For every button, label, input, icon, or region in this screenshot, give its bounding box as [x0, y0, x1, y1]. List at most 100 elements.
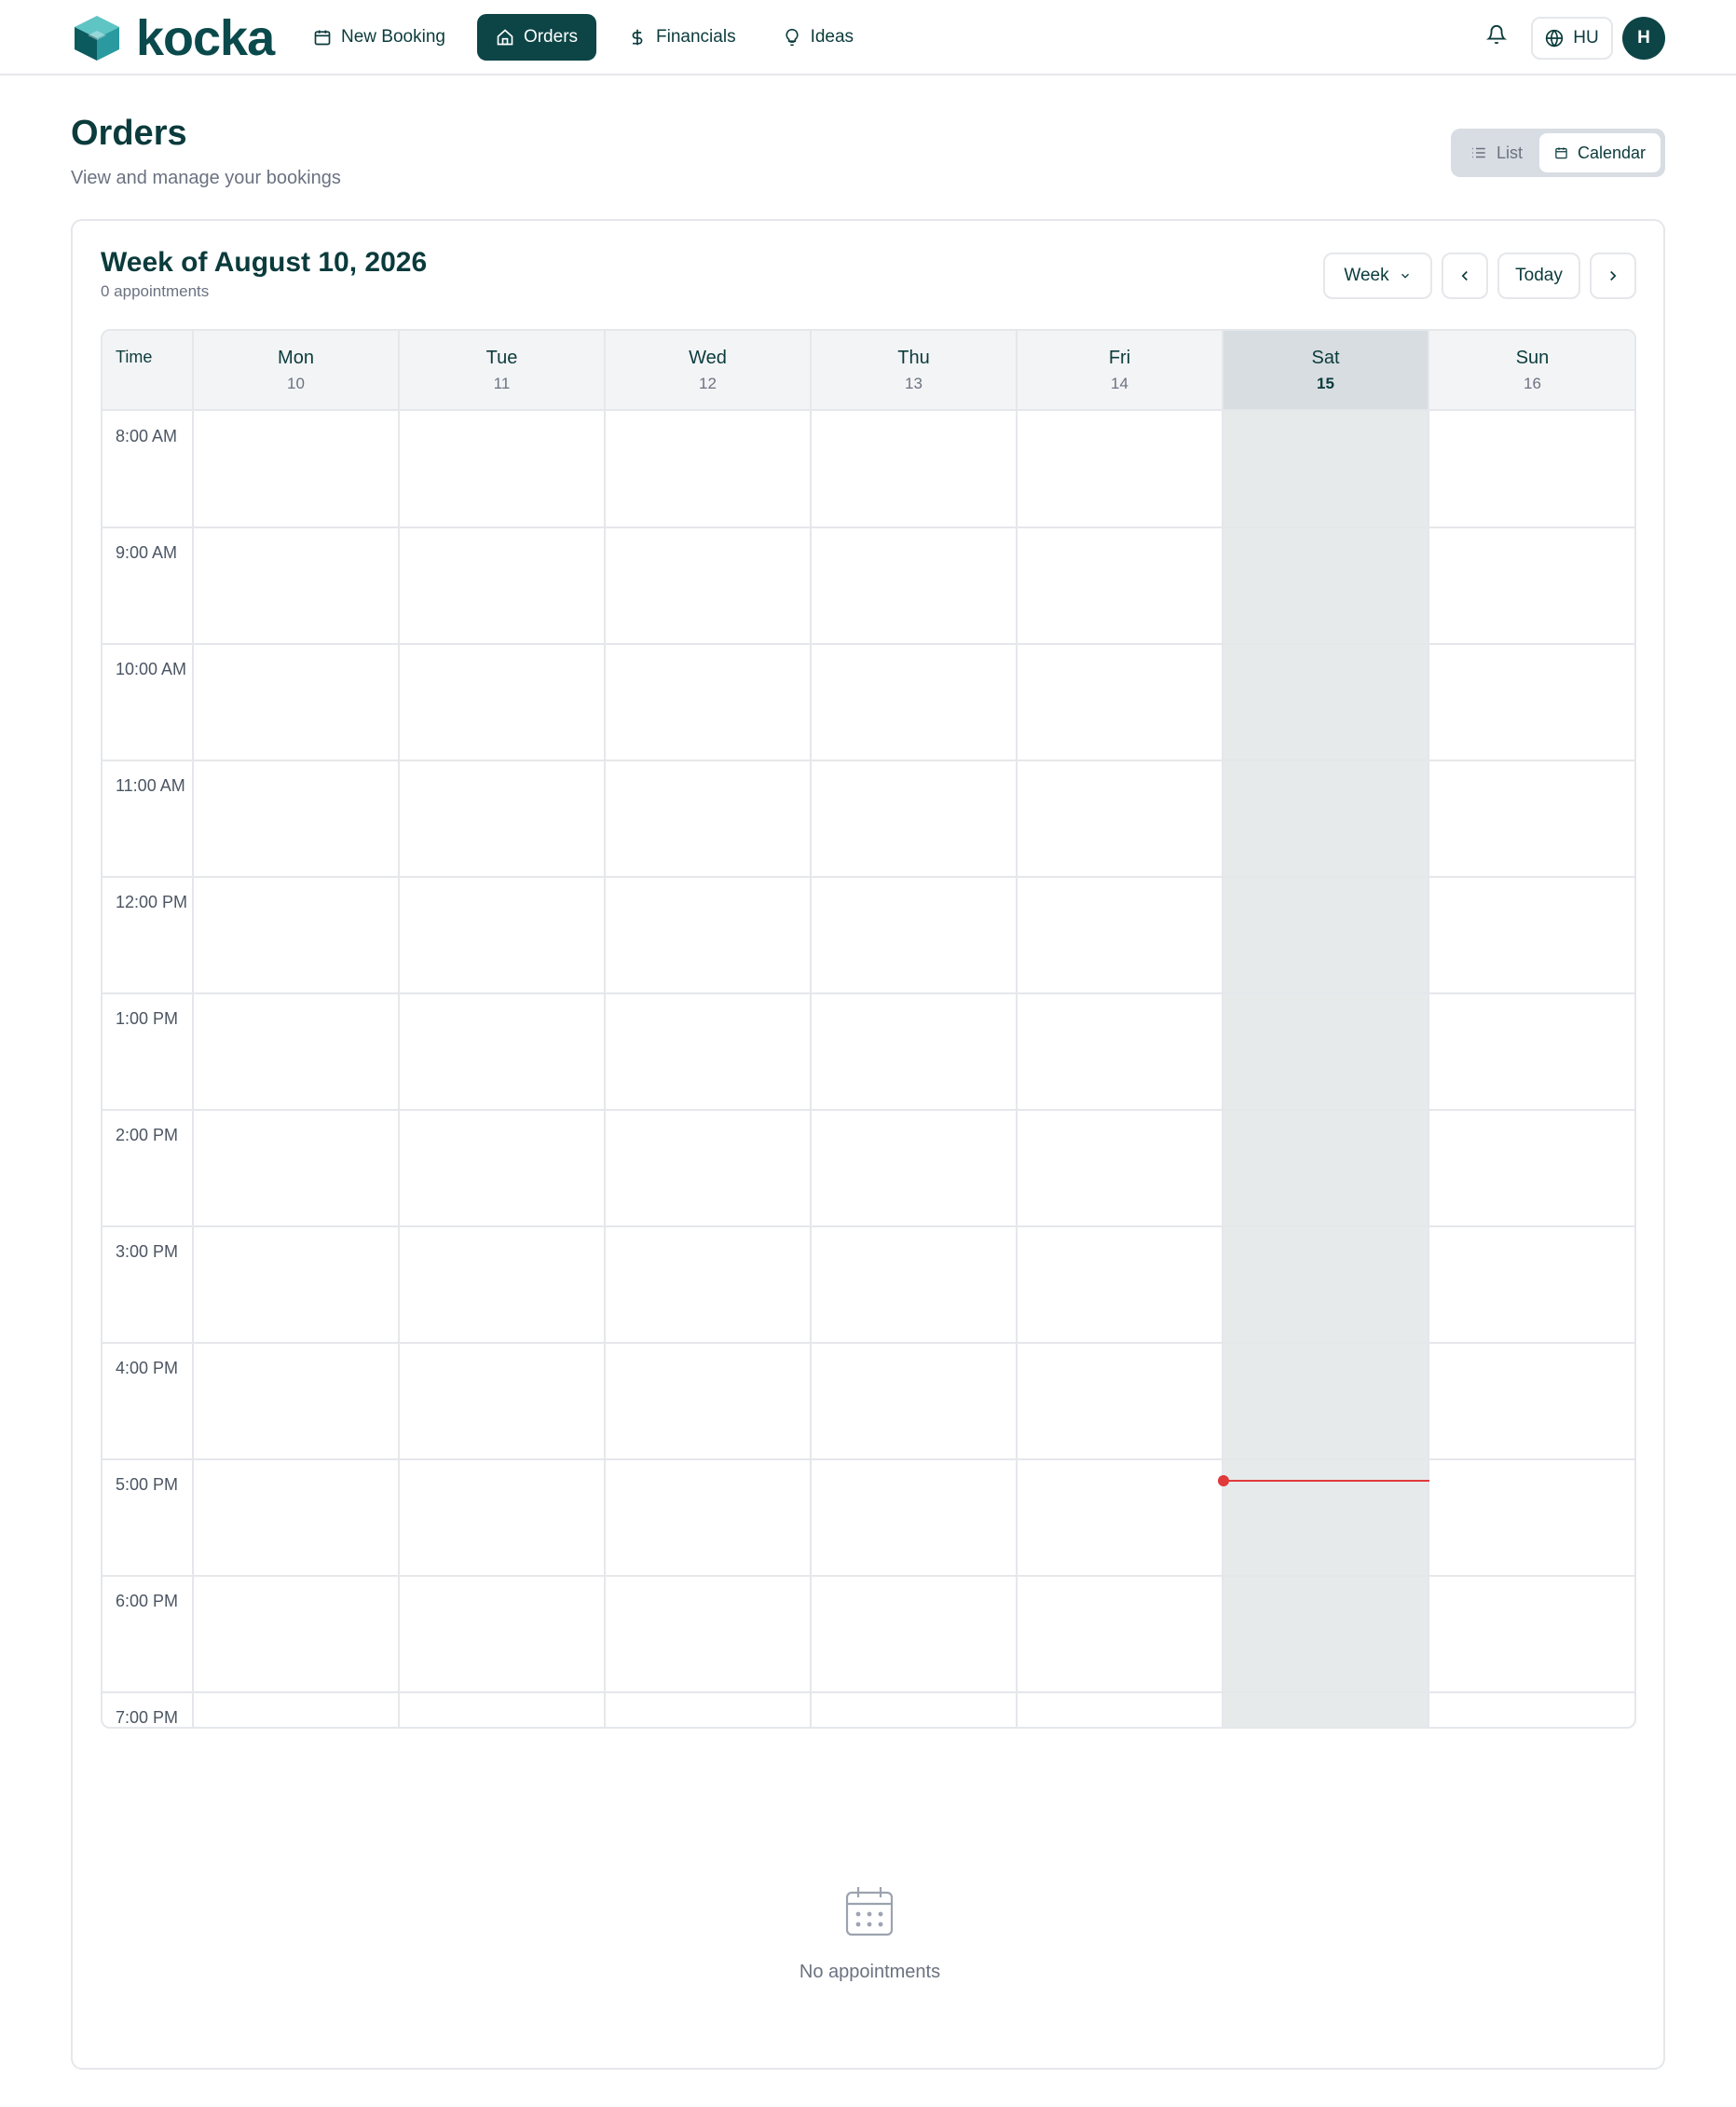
day-column-wed[interactable] [606, 411, 812, 1727]
time-slot-label: 6:00 PM [116, 1592, 179, 1610]
chevron-right-icon [1610, 270, 1617, 281]
bell-icon [1485, 25, 1508, 45]
day-number: 16 [1524, 375, 1541, 392]
day-number: 15 [1317, 375, 1334, 392]
time-slot-label: 8:00 AM [116, 427, 178, 445]
user-avatar[interactable]: H [1622, 17, 1665, 60]
nav-ideas-label: Ideas [810, 27, 854, 47]
page-subtitle: View and manage your bookings [71, 168, 341, 188]
day-name: Fri [1108, 348, 1131, 368]
hour-divider [103, 759, 1634, 761]
page-title: Orders [71, 114, 187, 153]
logo-text: kocka [136, 10, 275, 66]
hour-divider [103, 527, 1634, 528]
day-column-fri[interactable] [1018, 411, 1223, 1727]
today-button[interactable]: Today [1497, 253, 1580, 299]
day-header-wed: Wed 12 [606, 331, 812, 411]
day-header-sun: Sun 16 [1429, 331, 1634, 411]
time-slot-label: 9:00 AM [116, 543, 178, 562]
hour-divider [103, 643, 1634, 645]
cube-logo-icon [75, 16, 119, 61]
hour-divider [103, 1225, 1634, 1227]
globe-icon [1546, 29, 1564, 48]
time-slot-label: 2:00 PM [116, 1126, 179, 1144]
nav-new-booking[interactable]: New Booking [298, 14, 460, 61]
current-time-dot [1218, 1475, 1229, 1486]
day-header-sat: Sat 15 [1223, 331, 1429, 411]
time-slot-label: 7:00 PM [116, 1708, 179, 1727]
hour-divider [103, 992, 1634, 994]
empty-calendar-icon [844, 1885, 895, 1937]
home-icon [497, 29, 513, 46]
time-slot-label: 3:00 PM [116, 1242, 179, 1261]
nav-ideas[interactable]: Ideas [768, 14, 868, 61]
day-header-tue: Tue 11 [400, 331, 606, 411]
day-column-sun[interactable] [1429, 411, 1634, 1727]
language-label: HU [1573, 28, 1599, 48]
current-time-indicator [1223, 1480, 1429, 1482]
day-name: Mon [278, 348, 314, 368]
main-nav: New Booking Orders Financials Ideas [298, 14, 885, 61]
logo[interactable]: kocka [71, 10, 275, 66]
lightbulb-icon [785, 28, 799, 47]
list-view-button[interactable]: List [1456, 133, 1539, 172]
dollar-icon [632, 29, 643, 46]
appointments-count: 0 appointments [101, 282, 210, 300]
notifications-button[interactable] [1485, 23, 1512, 51]
top-navbar: kocka New Booking Orders Financials Idea… [0, 0, 1736, 75]
day-header-fri: Fri 14 [1018, 331, 1223, 411]
chevron-left-icon [1461, 270, 1468, 281]
time-slot-label: 10:00 AM [116, 660, 187, 678]
time-slot-label: 5:00 PM [116, 1475, 179, 1494]
list-view-label: List [1497, 143, 1524, 162]
hour-divider [103, 1691, 1634, 1693]
week-title: Week of August 10, 2026 [101, 247, 428, 278]
day-column-thu[interactable] [812, 411, 1018, 1727]
previous-week-button[interactable] [1442, 253, 1488, 299]
range-select[interactable]: Week [1323, 253, 1432, 299]
time-slot-label: 4:00 PM [116, 1359, 179, 1377]
time-slot-label: 11:00 AM [116, 776, 185, 795]
day-name: Tue [485, 348, 518, 368]
time-slot-label: 1:00 PM [116, 1009, 179, 1028]
language-button[interactable]: HU [1531, 17, 1613, 60]
hour-divider [103, 1342, 1634, 1344]
calendar-card: Week of August 10, 2026 0 appointments W… [71, 219, 1665, 2070]
day-column-mon[interactable] [194, 411, 400, 1727]
day-number: 13 [905, 375, 923, 392]
next-week-button[interactable] [1590, 253, 1636, 299]
day-header-mon: Mon 10 [194, 331, 400, 411]
range-select-value: Week [1344, 266, 1389, 285]
day-number: 14 [1111, 375, 1128, 392]
day-header-thu: Thu 13 [812, 331, 1018, 411]
time-column-header: Time [103, 331, 194, 411]
nav-financials-label: Financials [656, 27, 736, 47]
nav-financials[interactable]: Financials [613, 14, 751, 61]
calendar-view-button[interactable]: Calendar [1539, 133, 1661, 172]
time-column [103, 411, 194, 1727]
nav-orders[interactable]: Orders [476, 14, 597, 61]
day-column-sat[interactable] [1223, 411, 1429, 1727]
day-name: Sat [1311, 348, 1340, 368]
hour-divider [103, 876, 1634, 878]
day-name: Wed [689, 348, 727, 368]
nav-new-booking-label: New Booking [341, 27, 445, 47]
view-toggle: List Calendar [1451, 129, 1665, 177]
time-slot-label: 12:00 PM [116, 893, 188, 911]
week-grid: Time Mon 10 Tue 11 Wed 12 Thu 13 Fri 14 Sat 15 Sun 16 8… [101, 329, 1636, 1729]
chevron-down-icon [1401, 273, 1409, 279]
list-icon [1472, 147, 1485, 158]
day-number: 10 [287, 375, 305, 392]
day-number: 11 [493, 375, 511, 392]
day-name: Sun [1515, 348, 1550, 368]
day-number: 12 [699, 375, 717, 392]
hour-divider [103, 1109, 1634, 1111]
calendar-icon [1555, 147, 1567, 159]
day-column-tue[interactable] [400, 411, 606, 1727]
hour-divider [103, 1575, 1634, 1577]
day-name: Thu [897, 348, 930, 368]
hour-divider [103, 1458, 1634, 1460]
calendar-view-label: Calendar [1577, 143, 1646, 162]
nav-orders-label: Orders [523, 27, 579, 47]
empty-state-text: No appointments [799, 1962, 941, 1982]
